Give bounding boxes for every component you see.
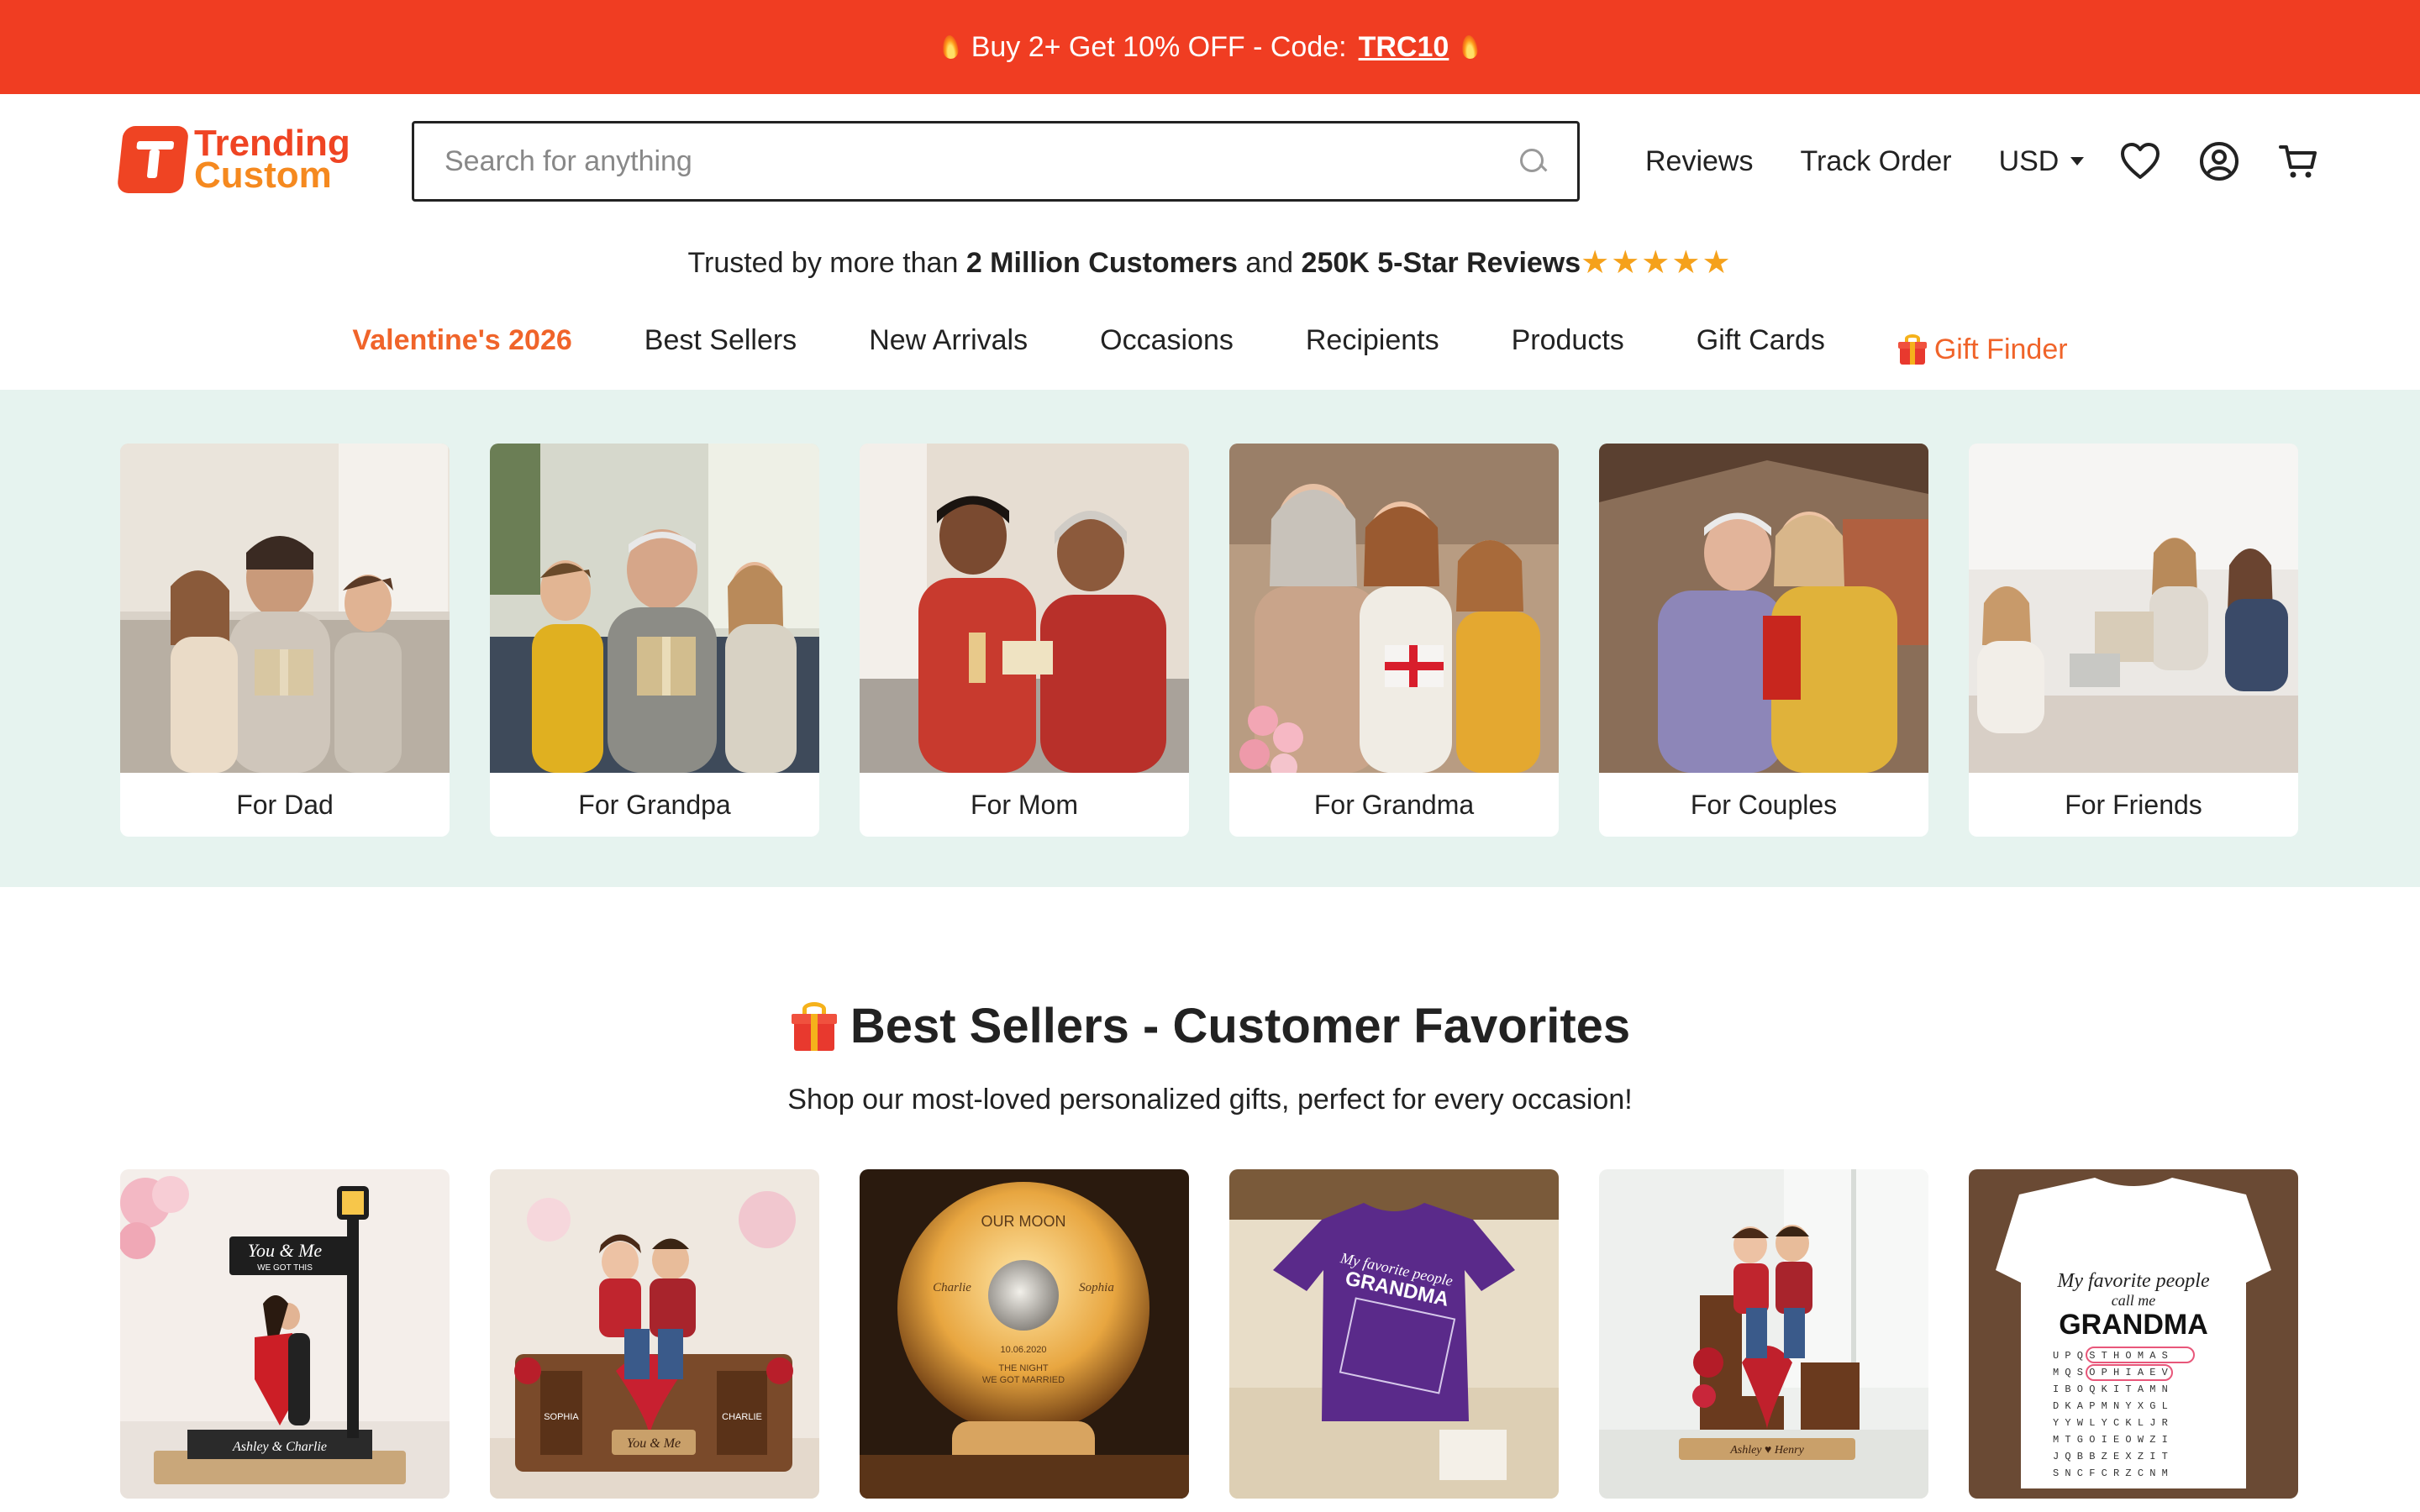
nav-occasions[interactable]: Occasions xyxy=(1100,324,1234,375)
trust-line: Trusted by more than 2 Million Customers… xyxy=(0,244,2420,281)
category-label: For Dad xyxy=(236,789,334,820)
category-card-friends[interactable]: For Friends xyxy=(1969,444,2298,837)
category-card-couples[interactable]: For Couples xyxy=(1599,444,1928,837)
nav-recipients[interactable]: Recipients xyxy=(1306,324,1439,375)
logo-line-2: Custom xyxy=(194,155,332,196)
section-title-text: Best Sellers - Customer Favorites xyxy=(850,999,1631,1053)
svg-text:M T G O I E O W Z I: M T G O I E O W Z I xyxy=(2053,1434,2168,1446)
product-card-1[interactable]: You & Me WE GOT THIS Ashley & Charlie xyxy=(120,1169,450,1499)
product-card-6[interactable]: My favorite people call me GRANDMA U P Q… xyxy=(1969,1169,2298,1499)
category-card-dad[interactable]: For Dad xyxy=(120,444,450,837)
product-3-line-2: WE GOT MARRIED xyxy=(982,1375,1065,1385)
header-actions: Reviews Track Order USD xyxy=(1645,136,2354,186)
trust-middle: and xyxy=(1245,247,1294,279)
svg-text:D K A P M N Y X G L: D K A P M N Y X G L xyxy=(2053,1400,2168,1412)
nav-valentines[interactable]: Valentine's 2026 xyxy=(352,324,571,375)
currency-selector[interactable]: USD xyxy=(1999,145,2085,178)
category-image-couples xyxy=(1599,444,1928,773)
product-2-right-name: CHARLIE xyxy=(722,1412,762,1422)
gift-icon xyxy=(1897,334,1928,365)
product-3-right-name: Sophia xyxy=(1079,1281,1114,1294)
section-subtitle: Shop our most-loved personalized gifts, … xyxy=(787,1084,1633,1116)
product-image-6: My favorite people call me GRANDMA U P Q… xyxy=(1969,1169,2298,1499)
svg-text:J Q B B Z E X Z I T: J Q B B Z E X Z I T xyxy=(2053,1451,2168,1462)
category-card-grandma[interactable]: For Grandma xyxy=(1229,444,1559,837)
currency-label: USD xyxy=(1998,144,2060,177)
product-6-line-1: My favorite people xyxy=(2056,1270,2210,1292)
product-image-3: OUR MOON Charlie Sophia 10.06.2020 THE N… xyxy=(860,1169,1189,1499)
trust-reviews: 250K 5-Star Reviews xyxy=(1301,247,1581,279)
gift-icon xyxy=(790,1001,839,1051)
product-card-2[interactable]: You & Me SOPHIA CHARLIE xyxy=(490,1169,819,1499)
svg-text:M Q S O P H I A E V: M Q S O P H I A E V xyxy=(2053,1367,2169,1378)
trust-prefix: Trusted by more than xyxy=(687,247,959,279)
search-bar xyxy=(412,121,1580,202)
account-icon[interactable] xyxy=(2196,139,2242,184)
product-2-left-name: SOPHIA xyxy=(544,1412,579,1422)
product-card-3[interactable]: OUR MOON Charlie Sophia 10.06.2020 THE N… xyxy=(860,1169,1189,1499)
svg-text:Y Y W L Y C K L J R: Y Y W L Y C K L J R xyxy=(2053,1417,2168,1429)
product-image-2: You & Me SOPHIA CHARLIE xyxy=(490,1169,819,1499)
caret-down-icon xyxy=(2070,157,2085,165)
nav-best-sellers[interactable]: Best Sellers xyxy=(644,324,797,375)
svg-text:S N C F C R Z C N M: S N C F C R Z C N M xyxy=(2053,1467,2168,1479)
product-3-left-name: Charlie xyxy=(933,1281,971,1294)
category-label: For Mom xyxy=(971,789,1078,820)
product-2-plaque-text: You & Me xyxy=(627,1436,681,1451)
category-image-grandma xyxy=(1229,444,1559,780)
product-3-top-text: OUR MOON xyxy=(981,1213,1066,1230)
promo-code[interactable]: TRC10 xyxy=(1359,31,1449,64)
category-image-dad xyxy=(120,444,450,773)
track-order-link[interactable]: Track Order xyxy=(1800,145,1951,178)
logo-mark-icon xyxy=(116,126,190,193)
reviews-link[interactable]: Reviews xyxy=(1645,145,1753,178)
rating-stars-icon: ★★★★★ xyxy=(1581,245,1733,281)
category-label: For Grandma xyxy=(1313,789,1475,820)
category-label: For Grandpa xyxy=(578,789,731,820)
category-card-grandpa[interactable]: For Grandpa xyxy=(490,444,819,837)
category-label: For Friends xyxy=(2065,789,2202,820)
section-title: Best Sellers - Customer Favorites xyxy=(0,998,2420,1054)
nav-gift-cards[interactable]: Gift Cards xyxy=(1697,324,1825,375)
nav-gift-finder-label: Gift Finder xyxy=(1933,333,2068,365)
product-6-line-2: call me xyxy=(2112,1292,2155,1309)
flame-icon xyxy=(941,34,960,60)
search-icon[interactable] xyxy=(1518,147,1547,176)
category-image-friends xyxy=(1969,444,2298,773)
promo-text: Buy 2+ Get 10% OFF - Code: xyxy=(971,30,1347,63)
product-card-5[interactable]: Ashley ♥ Henry xyxy=(1599,1169,1928,1499)
product-1-base-text: Ashley & Charlie xyxy=(232,1440,327,1454)
main-nav: Valentine's 2026 Best Sellers New Arriva… xyxy=(0,324,2420,375)
product-image-5: Ashley ♥ Henry xyxy=(1599,1169,1928,1499)
product-1-sign-subtext: WE GOT THIS xyxy=(257,1263,313,1273)
category-image-grandpa xyxy=(490,444,819,773)
product-3-date: 10.06.2020 xyxy=(1000,1345,1046,1355)
product-3-line-1: THE NIGHT xyxy=(998,1363,1049,1373)
product-image-4: My favorite people GRANDMA xyxy=(1229,1169,1559,1499)
flame-icon xyxy=(1460,34,1479,60)
nav-products[interactable]: Products xyxy=(1512,324,1624,375)
product-1-sign-text: You & Me xyxy=(248,1240,323,1261)
product-6-line-3: GRANDMA xyxy=(2059,1309,2208,1341)
product-5-plaque-text: Ashley ♥ Henry xyxy=(1729,1444,1804,1457)
category-label: For Couples xyxy=(1690,789,1838,820)
product-card-4[interactable]: My favorite people GRANDMA xyxy=(1229,1169,1559,1499)
promo-banner: Buy 2+ Get 10% OFF - Code: TRC10 xyxy=(0,0,2420,94)
nav-new-arrivals[interactable]: New Arrivals xyxy=(869,324,1028,375)
site-logo[interactable]: Trending Custom xyxy=(116,125,350,196)
search-input[interactable] xyxy=(445,144,1518,178)
nav-gift-finder[interactable]: Gift Finder xyxy=(1897,324,2068,375)
cart-icon[interactable] xyxy=(2275,139,2321,184)
svg-text:I B O Q K I T A M N: I B O Q K I T A M N xyxy=(2053,1383,2168,1395)
heart-icon[interactable] xyxy=(2118,139,2163,184)
product-image-1: You & Me WE GOT THIS Ashley & Charlie xyxy=(120,1169,450,1499)
category-card-mom[interactable]: For Mom xyxy=(860,444,1189,837)
trust-customers: 2 Million Customers xyxy=(965,247,1238,279)
svg-text:U P Q S T H O M A S: U P Q S T H O M A S xyxy=(2053,1350,2168,1362)
category-image-mom xyxy=(860,444,1189,773)
